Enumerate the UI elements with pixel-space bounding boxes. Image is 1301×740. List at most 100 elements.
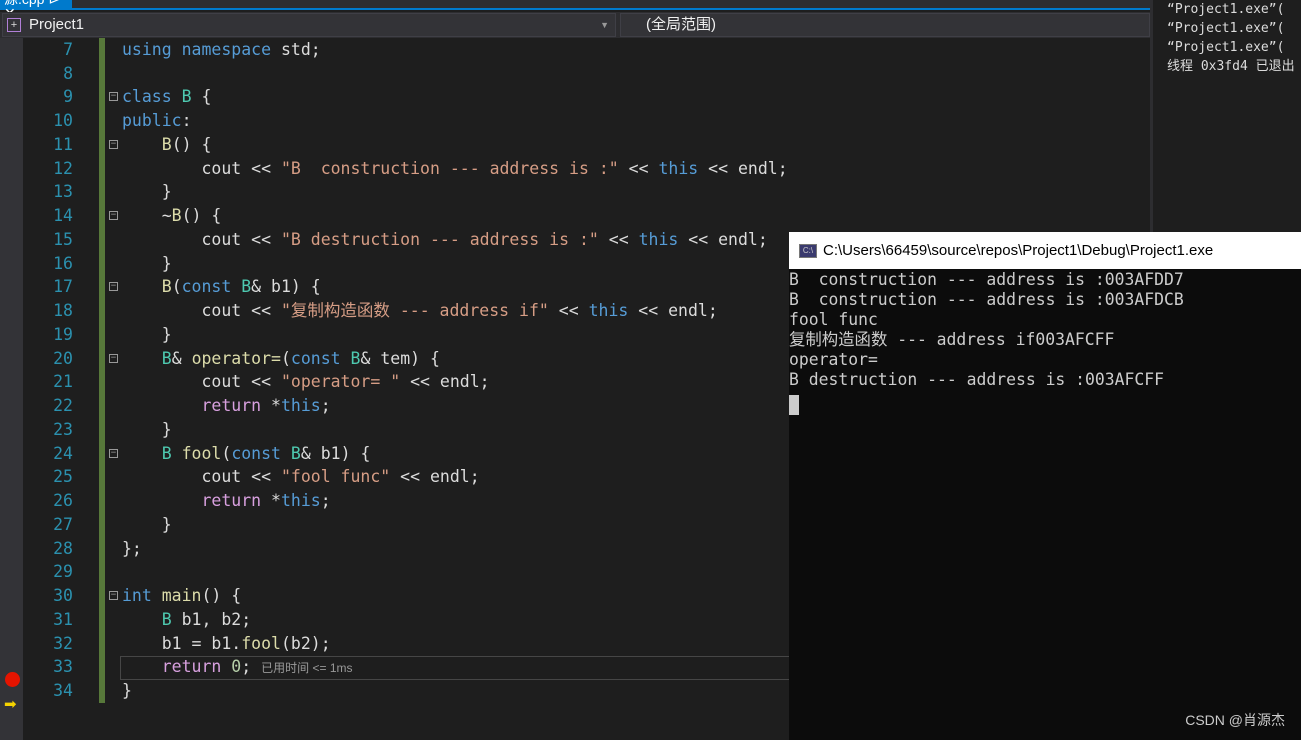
- navigation-bar: + Project1 ▼ (全局范围): [0, 12, 1150, 38]
- code-line: cout << "operator= " << endl;: [122, 370, 490, 394]
- code-token: "operator= ": [280, 372, 401, 392]
- fold-toggle-icon[interactable]: −: [109, 591, 118, 601]
- tab-bar: 源.cpp ⊳ ✕: [0, 0, 1150, 20]
- code-line: B(const B& b1) {: [122, 275, 321, 299]
- console-line: operator=: [789, 350, 878, 369]
- code-line: return *this;: [122, 394, 331, 418]
- line-number: 19: [53, 324, 73, 344]
- code-line: B b1, b2;: [122, 608, 251, 632]
- code-token: *: [271, 396, 281, 416]
- fold-toggle-icon[interactable]: −: [109, 282, 118, 292]
- code-token: this: [280, 396, 321, 416]
- line-number: 16: [53, 253, 73, 273]
- console-title: C:\Users\66459\source\repos\Project1\Deb…: [823, 242, 1214, 259]
- fold-toggle-icon[interactable]: −: [109, 211, 118, 221]
- code-token: <<: [548, 301, 589, 321]
- code-token: (: [171, 277, 182, 297]
- code-token: const: [290, 348, 351, 368]
- code-token: "B construction --- address is :": [280, 158, 619, 178]
- code-token: B: [350, 348, 361, 368]
- code-token: b1 = b1.: [122, 633, 242, 653]
- line-number: 26: [53, 491, 73, 511]
- console-window[interactable]: C:\ C:\Users\66459\source\repos\Project1\…: [789, 232, 1301, 740]
- fold-toggle-icon[interactable]: −: [109, 139, 118, 149]
- output-line: “Project1.exe”(: [1167, 2, 1285, 17]
- code-line: cout << "fool func" << endl;: [122, 465, 479, 489]
- code-token: () {: [181, 206, 222, 226]
- code-token: "B destruction --- address is :": [280, 229, 599, 249]
- console-title-bar[interactable]: C:\ C:\Users\66459\source\repos\Project1\…: [789, 232, 1301, 269]
- line-number: 28: [53, 538, 73, 558]
- line-number: 15: [53, 229, 73, 249]
- code-token: main: [161, 586, 202, 606]
- fold-toggle-icon[interactable]: −: [109, 353, 118, 363]
- line-number: 7: [63, 40, 73, 59]
- console-app-icon: C:\: [799, 244, 817, 258]
- code-token: << endl;: [628, 301, 718, 321]
- code-token: B: [290, 443, 301, 463]
- code-line: using namespace std;: [122, 38, 321, 62]
- code-line: }: [122, 252, 172, 276]
- line-number: 13: [53, 182, 73, 202]
- code-token: << endl;: [698, 158, 788, 178]
- code-line: int main() {: [122, 584, 241, 608]
- tab-source-cpp[interactable]: 源.cpp ⊳ ✕: [0, 0, 72, 20]
- code-token: *: [271, 491, 281, 511]
- line-number: 10: [53, 111, 73, 131]
- fold-toggle-icon[interactable]: −: [109, 448, 118, 458]
- console-line: 复制构造函数 --- address if003AFCFF: [789, 330, 1115, 349]
- change-bar: [99, 38, 105, 703]
- code-token: {: [191, 87, 212, 107]
- code-token: this: [280, 491, 321, 511]
- code-token: B: [161, 277, 172, 297]
- code-token: (: [221, 443, 232, 463]
- code-token: this: [588, 301, 629, 321]
- code-token: return: [201, 396, 272, 416]
- indicator-margin[interactable]: ➡: [0, 38, 23, 740]
- line-number: 34: [53, 680, 73, 700]
- chevron-down-icon: ▼: [600, 20, 609, 30]
- scope-dropdown[interactable]: (全局范围): [620, 13, 1150, 37]
- code-token: fool: [181, 443, 222, 463]
- project-dropdown[interactable]: + Project1 ▼: [2, 13, 616, 37]
- code-token: B: [241, 277, 252, 297]
- code-line: }: [122, 323, 172, 347]
- code-token: B: [161, 609, 182, 629]
- code-token: using namespace: [122, 40, 281, 59]
- fold-toggle-icon[interactable]: −: [109, 92, 118, 102]
- line-number: 21: [53, 372, 73, 392]
- perf-tip[interactable]: 已用时间 <= 1ms: [261, 661, 352, 675]
- code-token: ;: [241, 657, 252, 677]
- console-line: B construction --- address is :003AFDD7: [789, 270, 1184, 289]
- code-token: cout <<: [122, 372, 281, 392]
- code-line: }: [122, 418, 172, 442]
- line-number: 32: [53, 633, 73, 653]
- code-token: (b2);: [280, 633, 331, 653]
- breakpoint-icon[interactable]: [5, 672, 20, 687]
- code-token: operator=: [191, 348, 281, 368]
- line-number: 24: [53, 443, 73, 463]
- code-token: this: [638, 229, 679, 249]
- code-token: () {: [171, 134, 212, 154]
- code-line: cout << "复制构造函数 --- address if" << this …: [122, 299, 718, 323]
- code-token: ;: [320, 396, 331, 416]
- code-line: cout << "B construction --- address is :…: [122, 157, 788, 181]
- code-line: public:: [122, 109, 192, 133]
- code-line: }: [122, 513, 172, 537]
- code-line: return 0; 已用时间 <= 1ms: [122, 655, 353, 679]
- line-number: 25: [53, 467, 73, 487]
- code-token: cout <<: [122, 158, 281, 178]
- line-number: 22: [53, 396, 73, 416]
- code-token: << endl;: [400, 372, 490, 392]
- code-line: };: [122, 537, 142, 561]
- code-line: class B {: [122, 85, 211, 109]
- code-token: << endl;: [678, 229, 768, 249]
- line-number: 8: [63, 63, 73, 83]
- code-line: cout << "B destruction --- address is :"…: [122, 228, 768, 252]
